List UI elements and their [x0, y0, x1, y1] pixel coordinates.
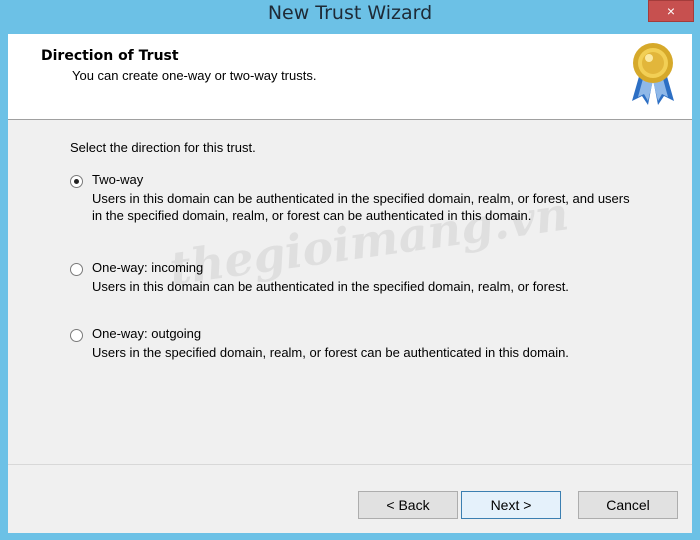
next-button[interactable]: Next >: [461, 491, 561, 519]
wizard-window: New Trust Wizard × Direction of Trust Yo…: [0, 0, 700, 540]
window-title: New Trust Wizard: [267, 2, 433, 24]
option-description: Users in this domain can be authenticate…: [92, 279, 569, 294]
radio-one-way-incoming[interactable]: [70, 263, 83, 276]
back-button[interactable]: < Back: [358, 491, 458, 519]
direction-prompt: Select the direction for this trust.: [70, 140, 256, 155]
title-bar[interactable]: New Trust Wizard ×: [0, 0, 700, 34]
radio-two-way[interactable]: [70, 175, 83, 188]
wizard-header: Direction of Trust You can create one-wa…: [8, 34, 692, 120]
close-icon: ×: [666, 3, 676, 19]
option-label[interactable]: One-way: incoming: [92, 260, 203, 275]
option-label[interactable]: One-way: outgoing: [92, 326, 201, 341]
award-ribbon-icon: [632, 43, 674, 105]
option-description: Users in the specified domain, realm, or…: [92, 345, 569, 360]
cancel-button[interactable]: Cancel: [578, 491, 678, 519]
close-button[interactable]: ×: [648, 0, 694, 22]
wizard-client-area: Direction of Trust You can create one-wa…: [8, 34, 692, 533]
option-label[interactable]: Two-way: [92, 172, 143, 187]
option-description: Users in this domain can be authenticate…: [92, 191, 630, 223]
page-subtitle: You can create one-way or two-way trusts…: [72, 68, 317, 83]
radio-one-way-outgoing[interactable]: [70, 329, 83, 342]
footer-divider: [8, 464, 692, 465]
page-title: Direction of Trust: [41, 48, 179, 64]
